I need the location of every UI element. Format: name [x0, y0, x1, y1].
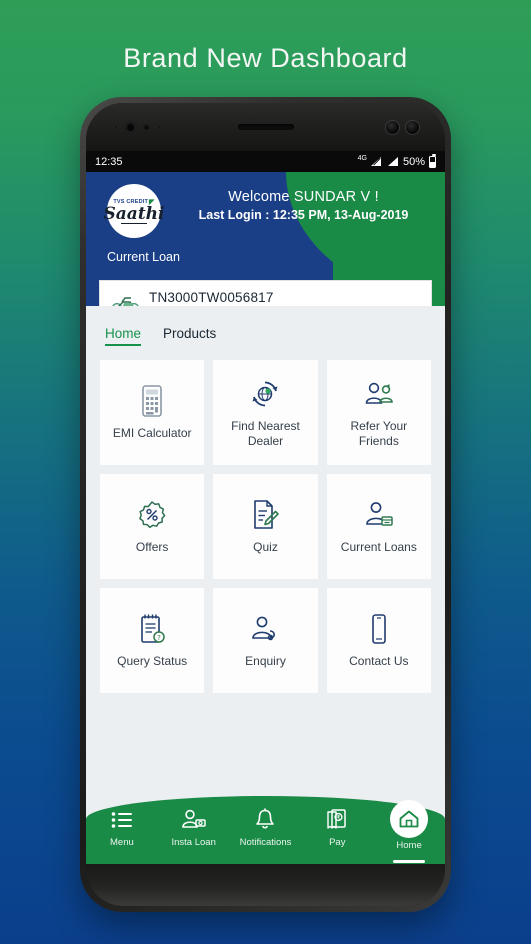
sensor-dot-icon [114, 125, 118, 129]
phone-bottom-bezel [86, 864, 445, 906]
person-headset-icon [250, 612, 280, 646]
loan-summary-row: TN3000TW0056817 Tenure : 16/24 [100, 281, 431, 306]
house-icon [390, 800, 429, 838]
nav-label: Pay [329, 837, 346, 848]
loan-number: TN3000TW0056817 [149, 290, 274, 305]
tile-current-loans[interactable]: Current Loans [326, 474, 431, 579]
battery-percent-label: 50% [402, 155, 425, 168]
earpiece-speaker [237, 124, 294, 130]
tab-home[interactable]: Home [105, 326, 142, 346]
person-card-icon [364, 498, 394, 532]
current-loan-section-label: Current Loan [107, 250, 180, 264]
welcome-block: Welcome SUNDAR V ! Last Login : 12:35 PM… [170, 189, 437, 222]
nav-item-insta-loan[interactable]: Insta Loan [162, 807, 226, 848]
svg-text:?: ? [157, 634, 161, 642]
tile-label: Contact Us [349, 654, 409, 668]
tile-contact-us[interactable]: Contact Us [326, 588, 431, 693]
motorcycle-icon [111, 294, 141, 306]
app-logo: TVS CREDIT ◤ Saathi [104, 184, 165, 238]
logo-brand-name: Saathi [103, 204, 165, 225]
signal-strength-2-icon [386, 156, 399, 167]
last-login-text: Last Login : 12:35 PM, 13-Aug-2019 [198, 208, 409, 222]
tile-label: Query Status [117, 654, 188, 668]
nav-label: Notifications [239, 837, 292, 848]
tab-products[interactable]: Products [163, 326, 216, 346]
tile-label: Refer Your Friends [350, 418, 408, 448]
status-time: 12:35 [95, 155, 123, 168]
iris-scanner-icon [386, 120, 399, 134]
document-pencil-icon [251, 498, 280, 532]
light-sensor-icon [157, 125, 161, 129]
nav-label: Insta Loan [171, 837, 216, 848]
tile-label: EMI Calculator [112, 426, 192, 440]
feature-grid: EMI Calculator Find Nearest Dealer Refer… [86, 346, 445, 693]
tile-query-status[interactable]: ? Query Status [100, 588, 205, 693]
proximity-sensor-icon [143, 123, 150, 131]
tile-label: Current Loans [340, 540, 417, 554]
welcome-message: Welcome SUNDAR V ! [228, 189, 379, 205]
notepad-clock-icon: ? [138, 612, 166, 646]
tile-quiz[interactable]: Quiz [213, 474, 318, 579]
tile-label: Find Nearest Dealer [231, 418, 300, 448]
tab-bar: Home Products [86, 306, 445, 346]
tile-label: Offers [135, 540, 169, 554]
status-bar: 12:35 4G 50% [86, 151, 445, 172]
list-menu-icon [111, 807, 133, 832]
phone-screen: 12:35 4G 50% TVS CREDIT ◤ Saathi Welcome… [86, 151, 445, 864]
tile-label: Enquiry [245, 654, 286, 668]
secondary-camera-icon [406, 120, 419, 134]
logo-underline [121, 222, 147, 224]
tile-label: Quiz [253, 540, 278, 554]
signal-strength-icon [369, 156, 382, 167]
loan-info: TN3000TW0056817 Tenure : 16/24 [149, 290, 274, 306]
sensor-cluster-left [114, 121, 161, 133]
person-money-icon [181, 807, 207, 832]
pay-receipt-icon: ₹ [326, 807, 348, 832]
status-icons: 4G 50% [357, 153, 436, 168]
nav-item-pay[interactable]: ₹ Pay [305, 807, 369, 848]
people-share-icon [363, 377, 395, 411]
home-indicator [393, 860, 426, 863]
tile-enquiry[interactable]: Enquiry [213, 588, 318, 693]
tile-find-nearest-dealer[interactable]: Find Nearest Dealer [213, 360, 318, 465]
nav-item-home[interactable]: Home [377, 800, 441, 863]
nav-item-notifications[interactable]: Notifications [233, 807, 297, 848]
phone-top-bezel [86, 103, 445, 151]
promo-title: Brand New Dashboard [123, 43, 408, 73]
nav-label: Menu [110, 837, 134, 848]
svg-text:₹: ₹ [337, 814, 341, 821]
phone-inner: 12:35 4G 50% TVS CREDIT ◤ Saathi Welcome… [86, 103, 445, 906]
battery-icon [429, 153, 436, 168]
nav-item-menu[interactable]: Menu [90, 807, 154, 848]
calculator-icon [140, 384, 164, 418]
bottom-navigation: Menu Insta Loan Notifications ₹ Pay Home [86, 796, 445, 864]
tile-offers[interactable]: Offers [100, 474, 205, 579]
percent-badge-icon [137, 498, 167, 532]
nav-label: Home [396, 840, 422, 851]
tile-emi-calculator[interactable]: EMI Calculator [100, 360, 205, 465]
globe-refresh-icon [250, 377, 280, 411]
bell-icon [254, 807, 276, 832]
sensor-cluster-right [386, 120, 419, 134]
app-header: TVS CREDIT ◤ Saathi Welcome SUNDAR V ! La… [86, 172, 445, 306]
mobile-phone-icon [369, 612, 389, 646]
front-camera-icon [125, 121, 136, 133]
tile-refer-your-friends[interactable]: Refer Your Friends [326, 360, 431, 465]
network-type-label: 4G [357, 155, 367, 162]
phone-frame: 12:35 4G 50% TVS CREDIT ◤ Saathi Welcome… [80, 97, 451, 912]
loan-card[interactable]: TN3000TW0056817 Tenure : 16/24 Statement… [99, 280, 432, 306]
